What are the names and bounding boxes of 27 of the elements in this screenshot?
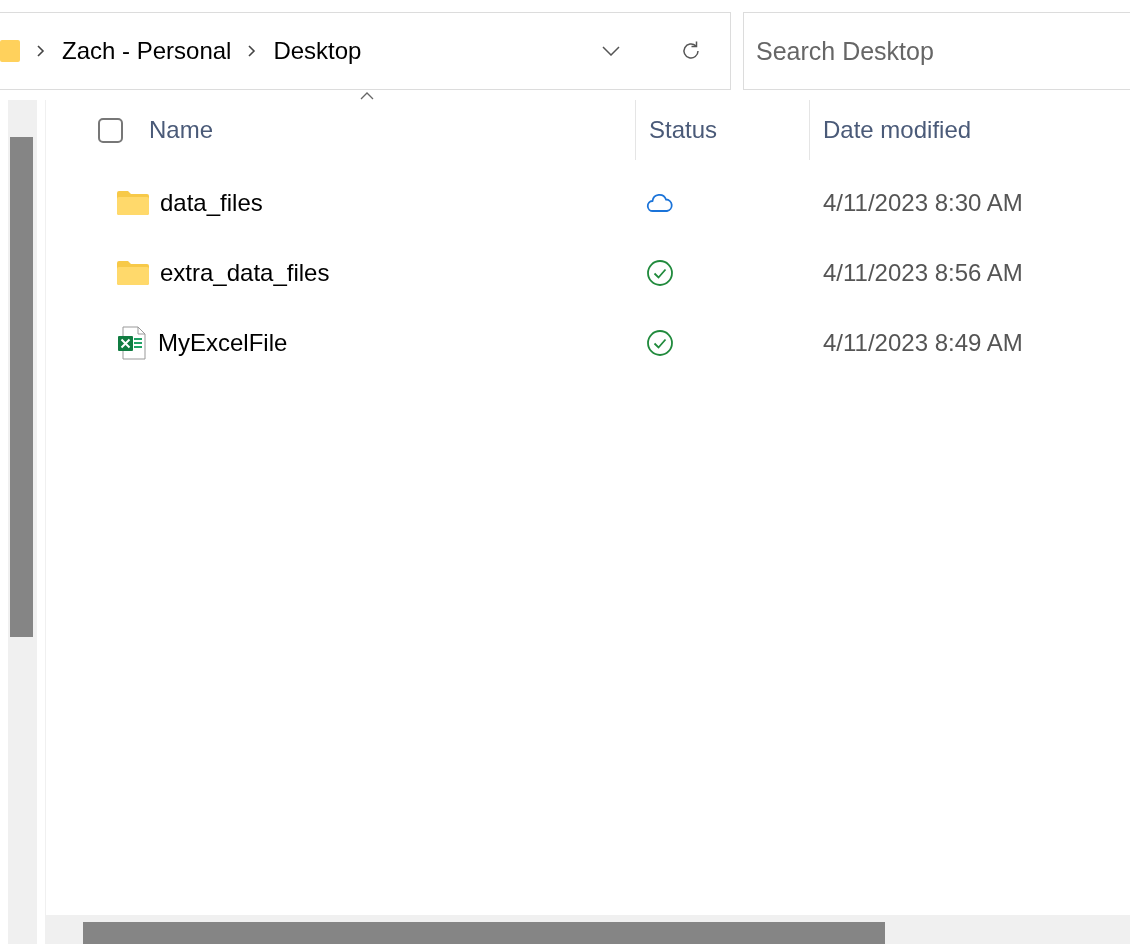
file-name: extra_data_files [160,258,330,288]
search-field[interactable]: Search Desktop [743,12,1130,90]
column-header[interactable]: Name [149,112,214,148]
date-modified: 4/11/2023 8:56 AM [822,258,1023,288]
breadcrumb[interactable]: Desktop [273,33,362,69]
spreadsheet-icon [117,326,147,360]
chevron-right-icon [248,45,257,57]
folder-icon [117,261,149,285]
file-row[interactable]: MyExcelFile 4/11/2023 8:49 AM [46,308,1130,378]
folder-icon [0,40,20,62]
date-modified: 4/11/2023 8:30 AM [822,188,1023,218]
chevron-down-icon [602,46,620,56]
file-row[interactable]: extra_data_files 4/11/2023 8:56 AM [46,238,1130,308]
file-row[interactable]: data_files 4/11/2023 8:30 AM [46,168,1130,238]
refresh-icon [680,40,702,62]
address-bar[interactable]: Zach - Personal Desktop [0,12,731,90]
date-modified: 4/11/2023 8:49 AM [822,328,1023,358]
chevron-right-icon [37,45,45,57]
folder-icon [117,191,149,215]
scrollbar-thumb[interactable] [10,137,33,637]
column-header[interactable]: Date modified [823,112,972,148]
column-header[interactable]: Status [649,112,718,148]
breadcrumb[interactable]: Zach - Personal [62,33,232,69]
scrollbar-thumb[interactable] [83,922,885,944]
file-name: MyExcelFile [158,328,288,358]
select-all-checkbox[interactable] [98,118,123,143]
file-name: data_files [160,188,263,218]
